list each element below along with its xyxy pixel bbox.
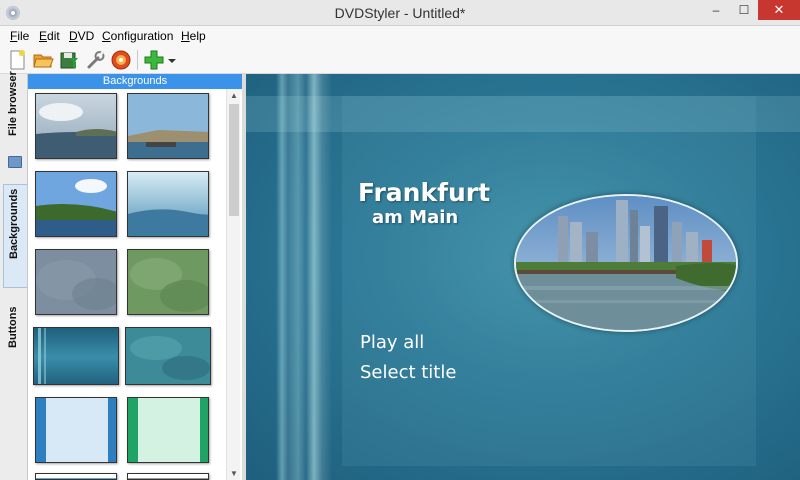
menu-help[interactable]: Help (181, 29, 206, 43)
select-title-button[interactable]: Select title (360, 362, 456, 383)
background-thumbnail[interactable] (127, 397, 209, 463)
title-bar: DVDStyler - Untitled* – ☐ ✕ (0, 0, 800, 26)
new-icon[interactable] (6, 49, 28, 71)
settings-wrench-icon[interactable] (84, 49, 106, 71)
maximize-button[interactable]: ☐ (730, 0, 758, 20)
menu-subtitle-text[interactable]: am Main (372, 207, 458, 228)
scroll-up-arrow-icon[interactable]: ▲ (227, 91, 241, 100)
background-thumbnail[interactable] (35, 249, 117, 315)
dropdown-arrow-icon[interactable] (166, 49, 178, 71)
menu-edit[interactable]: Edit (39, 29, 60, 43)
background-stripes (276, 74, 332, 480)
city-photo[interactable] (514, 194, 738, 332)
folder-icon (8, 156, 22, 168)
menu-configuration[interactable]: Configuration (102, 29, 173, 43)
panel-scrollbar[interactable]: ▲ ▼ (226, 89, 240, 480)
tab-file-browser[interactable]: File browser (3, 71, 27, 154)
menu-bar: File Edit DVD Configuration Help (0, 26, 800, 46)
background-thumbnail[interactable] (35, 171, 117, 237)
toolbar-separator (137, 50, 138, 70)
background-thumbnail[interactable] (35, 473, 117, 480)
background-thumbnail[interactable] (125, 327, 211, 385)
menu-editor-area: Frankfurt am Main Play all Select title (242, 74, 800, 480)
dvd-menu-canvas[interactable]: Frankfurt am Main Play all Select title (246, 74, 800, 480)
burn-disc-icon[interactable] (110, 49, 132, 71)
save-icon[interactable] (58, 49, 80, 71)
background-thumbnail[interactable] (127, 249, 209, 315)
minimize-button[interactable]: – (702, 0, 730, 20)
open-icon[interactable] (32, 49, 54, 71)
add-icon[interactable] (143, 49, 165, 71)
scrollbar-thumb[interactable] (229, 104, 239, 216)
side-tab-bar: File browser Backgrounds Buttons (0, 71, 28, 480)
close-button[interactable]: ✕ (758, 0, 800, 20)
menu-title-text[interactable]: Frankfurt (358, 178, 490, 207)
window-title: DVDStyler - Untitled* (334, 5, 466, 21)
toolbar (0, 46, 800, 74)
backgrounds-panel: Backgrounds (28, 74, 242, 480)
background-thumbnail[interactable] (35, 93, 117, 159)
panel-header: Backgrounds (28, 74, 242, 89)
background-thumbnail[interactable] (33, 327, 119, 385)
tab-buttons[interactable]: Buttons (3, 306, 27, 366)
tab-backgrounds[interactable]: Backgrounds (3, 184, 27, 288)
background-thumbnail[interactable] (127, 171, 209, 237)
scroll-down-arrow-icon[interactable]: ▼ (227, 469, 241, 478)
play-all-button[interactable]: Play all (360, 332, 424, 353)
background-thumbnail[interactable] (127, 473, 209, 480)
menu-dvd[interactable]: DVD (69, 29, 94, 43)
menu-file[interactable]: File (10, 29, 29, 43)
background-thumbnail[interactable] (35, 397, 117, 463)
background-thumbnail[interactable] (127, 93, 209, 159)
